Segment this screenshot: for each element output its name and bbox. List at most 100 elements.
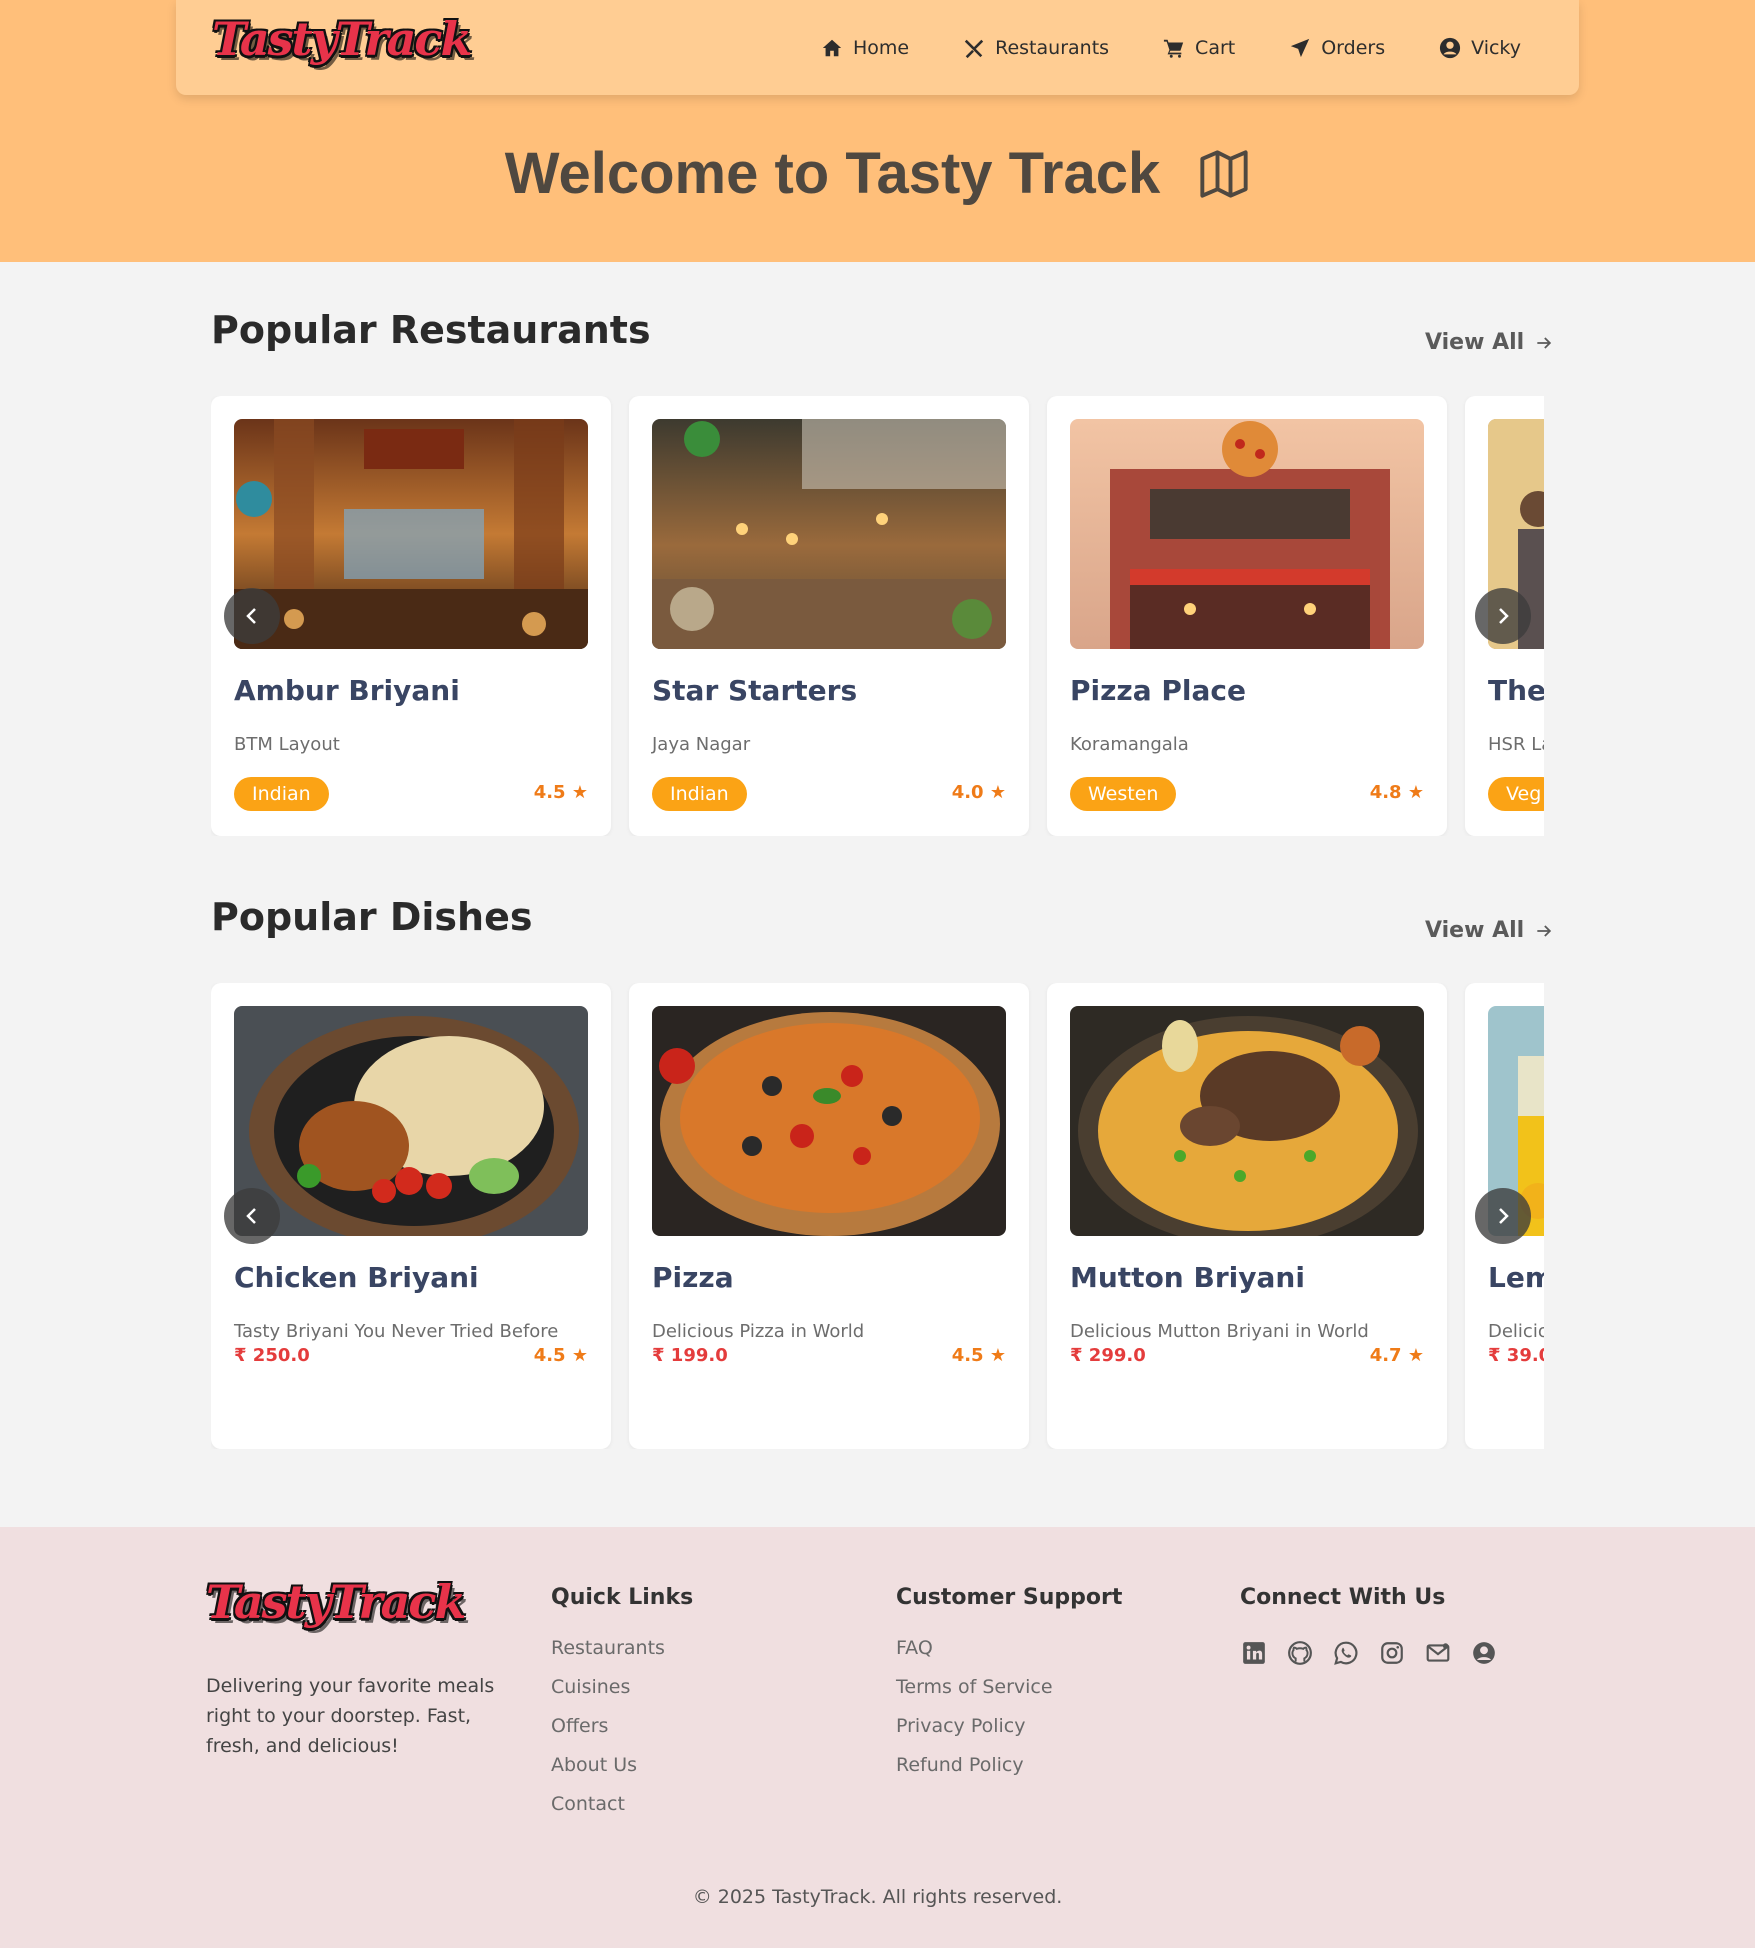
nav-item-home[interactable]: Home bbox=[821, 37, 909, 59]
footer-link-faq[interactable]: FAQ bbox=[896, 1637, 1053, 1676]
arrow-right-icon bbox=[1537, 924, 1552, 937]
carousel-prev-button[interactable] bbox=[224, 1188, 280, 1244]
view-all-label: View All bbox=[1425, 330, 1525, 355]
linkedin-icon[interactable] bbox=[1240, 1639, 1268, 1667]
nav-label: Home bbox=[853, 36, 910, 59]
star-icon: ★ bbox=[571, 782, 588, 803]
dish-description: Delicio bbox=[1488, 1321, 1544, 1342]
dish-image bbox=[234, 1006, 588, 1236]
chevron-left-icon bbox=[246, 1208, 256, 1224]
star-icon: ★ bbox=[1407, 1345, 1424, 1366]
dish-price: ₹ 250.0 bbox=[234, 1345, 310, 1366]
chevron-left-icon bbox=[246, 608, 256, 624]
view-all-label: View All bbox=[1425, 918, 1525, 943]
page-title: Welcome to Tasty Track bbox=[504, 141, 1161, 206]
footer-link-cuisines[interactable]: Cuisines bbox=[551, 1676, 665, 1715]
view-all-restaurants[interactable]: View All bbox=[1425, 330, 1554, 355]
dish-card[interactable]: Mutton Briyani Delicious Mutton Briyani … bbox=[1047, 983, 1447, 1449]
dish-card[interactable]: Pizza Delicious Pizza in World ₹ 199.0 4… bbox=[629, 983, 1029, 1449]
nav-item-restaurants[interactable]: Restaurants bbox=[963, 37, 1109, 59]
customer-support-title: Customer Support bbox=[896, 1585, 1123, 1610]
social-links bbox=[1240, 1639, 1498, 1667]
brand-logo[interactable]: TastyTrack bbox=[212, 12, 472, 66]
instagram-icon[interactable] bbox=[1378, 1639, 1406, 1667]
navbar: TastyTrack Home Restaurants Cart Orders … bbox=[176, 0, 1579, 95]
rating: 4.5 ★ bbox=[952, 1345, 1006, 1366]
mail-icon[interactable] bbox=[1424, 1639, 1452, 1667]
footer-link-contact[interactable]: Contact bbox=[551, 1793, 665, 1832]
footer-link-about[interactable]: About Us bbox=[551, 1754, 665, 1793]
rating-value: 4.5 bbox=[533, 1345, 566, 1366]
footer-logo[interactable]: TastyTrack bbox=[206, 1575, 466, 1629]
footer-link-restaurants[interactable]: Restaurants bbox=[551, 1637, 665, 1676]
user-circle-icon[interactable] bbox=[1470, 1639, 1498, 1667]
view-all-dishes[interactable]: View All bbox=[1425, 918, 1554, 943]
arrow-right-icon bbox=[1537, 336, 1552, 349]
footer-link-refund[interactable]: Refund Policy bbox=[896, 1754, 1053, 1793]
nav-item-cart[interactable]: Cart bbox=[1163, 37, 1235, 59]
copyright: © 2025 TastyTrack. All rights reserved. bbox=[692, 1886, 1063, 1908]
dishes-carousel: Chicken Briyani Tasty Briyani You Never … bbox=[211, 983, 1544, 1449]
nav-item-profile[interactable]: Vicky bbox=[1439, 37, 1521, 59]
restaurant-card[interactable]: Pizza Place Koramangala Westen 4.8 ★ bbox=[1047, 396, 1447, 836]
dish-name: Lem bbox=[1488, 1261, 1544, 1294]
dish-image bbox=[652, 1006, 1006, 1236]
rating: 4.8 ★ bbox=[1370, 782, 1424, 803]
restaurants-carousel: Ambur Briyani BTM Layout Indian 4.5 ★ St… bbox=[211, 396, 1544, 836]
rating: 4.5 ★ bbox=[534, 1345, 588, 1366]
restaurant-image bbox=[1070, 419, 1424, 649]
rating-value: 4.8 bbox=[1369, 782, 1402, 803]
chevron-right-icon bbox=[1499, 608, 1509, 624]
nav-menu: Home Restaurants Cart Orders Vicky bbox=[821, 0, 1521, 95]
support-links-list: FAQ Terms of Service Privacy Policy Refu… bbox=[896, 1637, 1053, 1793]
nav-item-orders[interactable]: Orders bbox=[1289, 37, 1385, 59]
cart-icon bbox=[1163, 39, 1184, 58]
star-icon: ★ bbox=[989, 1345, 1006, 1366]
restaurant-name: The bbox=[1488, 674, 1544, 707]
rating: 4.5 ★ bbox=[534, 782, 588, 803]
restaurant-location: HSR La bbox=[1488, 734, 1544, 755]
dish-name: Chicken Briyani bbox=[234, 1261, 479, 1294]
rating-value: 4.5 bbox=[533, 782, 566, 803]
footer-link-privacy[interactable]: Privacy Policy bbox=[896, 1715, 1053, 1754]
dish-name: Pizza bbox=[652, 1261, 734, 1294]
carousel-prev-button[interactable] bbox=[224, 588, 280, 644]
restaurant-card[interactable]: Star Starters Jaya Nagar Indian 4.0 ★ bbox=[629, 396, 1029, 836]
restaurant-name: Ambur Briyani bbox=[234, 674, 460, 707]
star-icon: ★ bbox=[571, 1345, 588, 1366]
star-icon: ★ bbox=[989, 782, 1006, 803]
rating: 4.0 ★ bbox=[952, 782, 1006, 803]
footer-link-offers[interactable]: Offers bbox=[551, 1715, 665, 1754]
restaurant-location: Jaya Nagar bbox=[652, 734, 751, 755]
dish-description: Delicious Pizza in World bbox=[652, 1321, 865, 1342]
carousel-next-button[interactable] bbox=[1475, 588, 1531, 644]
user-circle-icon bbox=[1440, 37, 1461, 58]
send-icon bbox=[1291, 38, 1310, 57]
carousel-next-button[interactable] bbox=[1475, 1188, 1531, 1244]
star-icon: ★ bbox=[1407, 782, 1424, 803]
dish-price: ₹ 199.0 bbox=[652, 1345, 728, 1366]
whatsapp-icon[interactable] bbox=[1332, 1639, 1360, 1667]
dish-description: Tasty Briyani You Never Tried Before bbox=[234, 1321, 559, 1342]
map-icon bbox=[1200, 149, 1248, 198]
dish-image bbox=[1070, 1006, 1424, 1236]
chevron-right-icon bbox=[1499, 1208, 1509, 1224]
nav-label: Restaurants bbox=[995, 36, 1110, 59]
rating: 4.7 ★ bbox=[1370, 1345, 1424, 1366]
github-icon[interactable] bbox=[1286, 1639, 1314, 1667]
cuisine-badge: Indian bbox=[652, 777, 747, 811]
restaurant-location: BTM Layout bbox=[234, 734, 340, 755]
cuisine-badge: Veg bbox=[1488, 777, 1544, 811]
quick-links-list: Restaurants Cuisines Offers About Us Con… bbox=[551, 1637, 665, 1832]
cuisine-badge: Westen bbox=[1070, 777, 1177, 811]
footer-tagline: Delivering your favorite meals right to … bbox=[206, 1675, 495, 1757]
rating-value: 4.0 bbox=[951, 782, 984, 803]
utensils-icon bbox=[964, 39, 984, 58]
nav-label: Cart bbox=[1195, 36, 1236, 59]
restaurant-name: Star Starters bbox=[652, 674, 858, 707]
restaurant-name: Pizza Place bbox=[1070, 674, 1246, 707]
restaurant-image bbox=[652, 419, 1006, 649]
footer-link-terms[interactable]: Terms of Service bbox=[896, 1676, 1053, 1715]
quick-links-title: Quick Links bbox=[551, 1585, 694, 1610]
restaurant-image bbox=[234, 419, 588, 649]
